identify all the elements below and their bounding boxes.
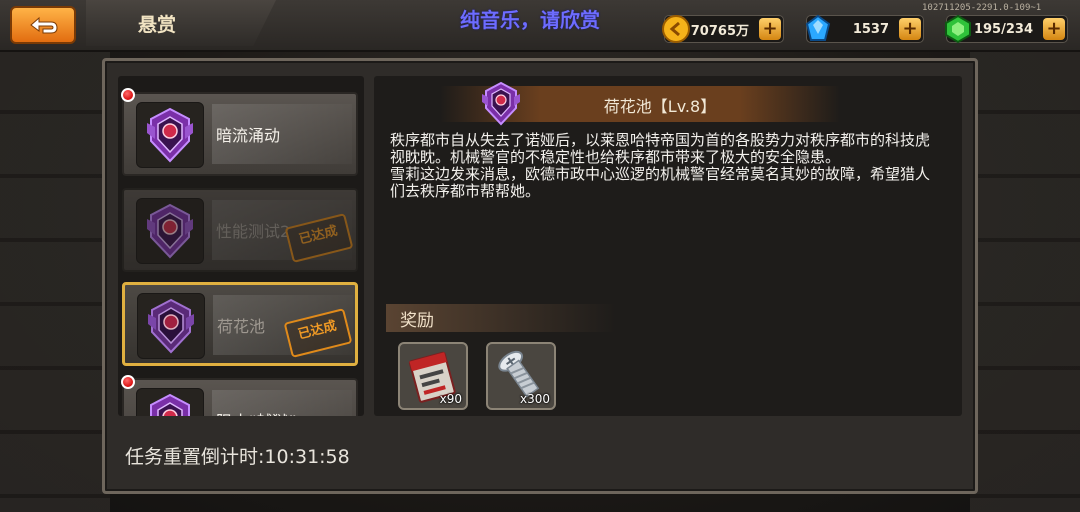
music-overlay-text: 纯音乐，请欣赏 xyxy=(460,8,600,32)
quest-name: 暗流涌动 xyxy=(216,126,281,145)
description-paragraph: 秩序都市自从失去了诺娅后，以莱恩哈特帝国为首的各股势力对秩序都市的科技虎视眈眈。… xyxy=(390,131,931,166)
quest-item[interactable]: 阻止“越狱” xyxy=(122,378,358,416)
quest-item[interactable]: 性能测试2 已达成 xyxy=(122,188,358,272)
background-left-panel xyxy=(0,50,110,512)
quest-emblem xyxy=(136,388,204,416)
green-energy-icon xyxy=(945,14,971,44)
rank-emblem-icon xyxy=(147,203,193,259)
quest-name: 荷花池 xyxy=(217,317,266,336)
rank-emblem-icon xyxy=(150,393,190,416)
page-title: 悬赏 xyxy=(138,14,177,36)
reward-item[interactable]: x90 xyxy=(398,342,468,410)
reset-countdown: 任务重置倒计时:10:31:58 xyxy=(125,446,350,468)
top-bar: 悬赏 纯音乐，请欣赏 102711205-2291.0-109~1 70765万… xyxy=(0,0,1080,52)
title-tab xyxy=(86,0,276,46)
version-label: 102711205-2291.0-109~1 xyxy=(922,3,1042,13)
quest-emblem xyxy=(136,198,204,264)
description-paragraph: 雪莉这边发来消息，欧德市政中心巡逻的机械警官经常莫名其妙的故障，希望猎人们去秩序… xyxy=(390,165,931,200)
reward-label: 奖励 xyxy=(400,311,434,331)
reward-item[interactable]: x300 xyxy=(486,342,556,410)
quest-description: 秩序都市自从失去了诺娅后，以莱恩哈特帝国为首的各股势力对秩序都市的科技虎视眈眈。… xyxy=(390,132,940,200)
background-right-panel xyxy=(970,50,1080,512)
energy-resource: 195/234 + xyxy=(945,14,1068,44)
gold-resource: 70765万 + xyxy=(662,15,784,43)
reward-count: x300 xyxy=(519,392,550,406)
return-arrow-icon xyxy=(30,16,58,34)
gem-resource: 1537 + xyxy=(805,14,924,43)
back-button[interactable] xyxy=(10,6,76,44)
quest-list[interactable]: 暗流涌动 性能测试2 已达成 荷花池 已达成 xyxy=(118,76,364,416)
quest-emblem xyxy=(136,102,204,168)
quest-emblem xyxy=(137,293,205,359)
quest-item[interactable]: 暗流涌动 xyxy=(122,92,358,176)
rank-emblem-icon xyxy=(482,81,520,126)
new-quest-dot xyxy=(121,88,135,102)
quest-title: 荷花池【Lv.8】 xyxy=(603,97,717,116)
quest-name: 阻止“越狱” xyxy=(216,408,297,416)
add-gold-button[interactable]: + xyxy=(759,18,781,40)
quest-item-selected[interactable]: 荷花池 已达成 xyxy=(122,282,358,366)
add-energy-button[interactable]: + xyxy=(1043,18,1065,40)
quest-name: 性能测试2 xyxy=(216,222,291,241)
blue-gem-icon xyxy=(805,14,831,41)
reward-count: x90 xyxy=(439,392,462,406)
gold-coin-icon xyxy=(662,15,690,43)
rank-emblem-icon xyxy=(147,107,193,163)
add-gem-button[interactable]: + xyxy=(899,18,921,40)
new-quest-dot xyxy=(121,375,135,389)
rank-emblem-icon xyxy=(148,298,194,354)
